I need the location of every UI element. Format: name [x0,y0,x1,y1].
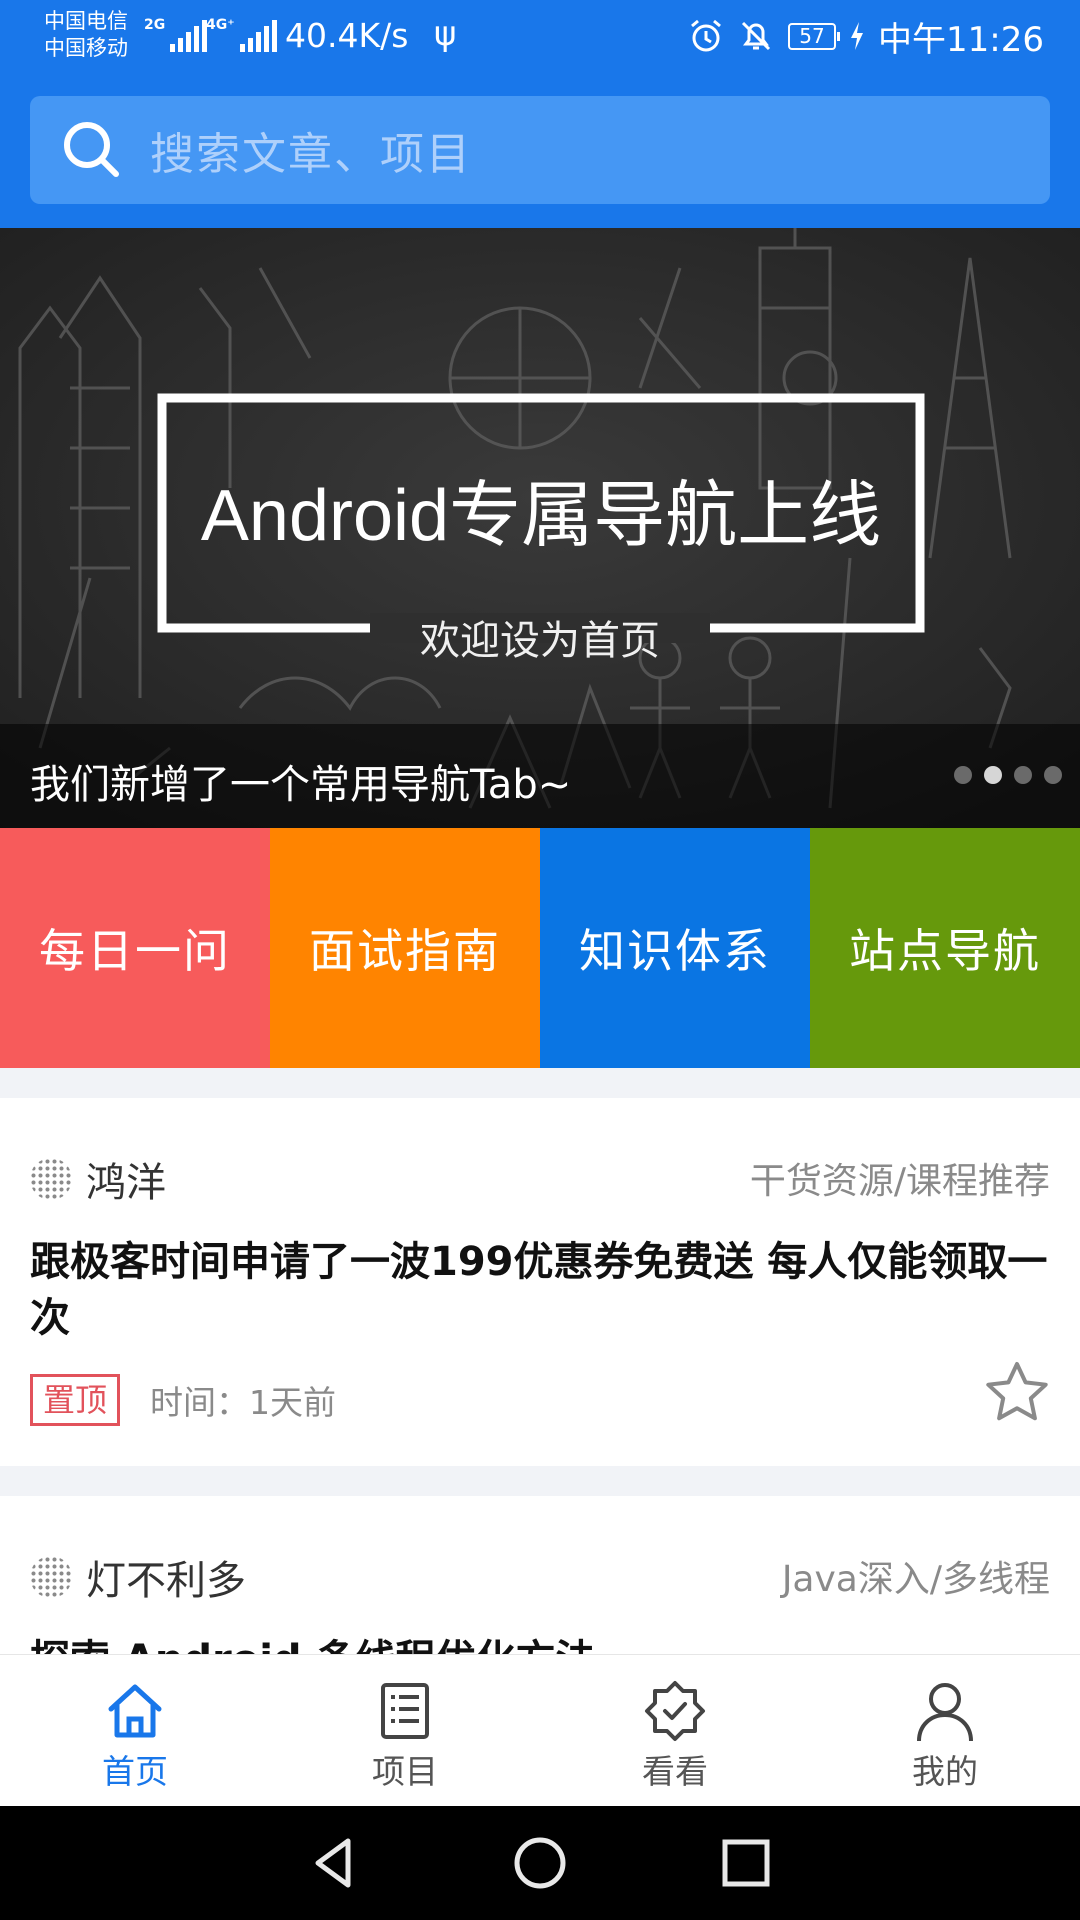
search-input[interactable]: 搜索文章、项目 [30,96,1050,204]
carousel-dot[interactable] [1014,766,1032,784]
charging-icon [851,22,864,50]
banner-headline: Android专属导航上线 [200,476,882,556]
nav-item-profile[interactable]: 我的 [810,1655,1080,1807]
app-screen: 中国电信 中国移动 2G 4G⁺ 40.4K/s ψ 57 中午11:26 搜索… [0,0,1080,1920]
carrier-1: 中国电信 [44,9,128,33]
article-time: 时间：1天前 [150,1383,337,1422]
nav-label: 看看 [642,1752,708,1791]
nav-item-discover[interactable]: 看看 [540,1655,810,1807]
status-bar: 中国电信 中国移动 2G 4G⁺ 40.4K/s ψ 57 中午11:26 [0,0,1080,72]
list-icon [381,1683,429,1739]
nav-label: 我的 [912,1752,978,1791]
home-button-icon[interactable] [510,1833,570,1893]
verified-icon [645,1681,705,1741]
back-icon[interactable] [304,1833,364,1893]
recents-icon[interactable] [716,1833,776,1893]
carousel-indicator [954,766,1062,784]
nav-label: 首页 [102,1752,168,1791]
article-category[interactable]: 干货资源/课程推荐 [750,1152,1050,1204]
system-navigation-bar [0,1806,1080,1920]
person-icon [917,1683,973,1742]
avatar [30,1158,72,1200]
tile-site-navigation[interactable]: 站点导航 [810,828,1080,1068]
favorite-star-icon[interactable] [984,1360,1050,1426]
article-author: 鸿洋 [86,1160,166,1206]
tile-interview-guide[interactable]: 面试指南 [270,828,540,1068]
carousel-dot-active[interactable] [984,766,1002,784]
bottom-navigation: 首页 项目 看看 我的 [0,1654,1080,1806]
network-speed: 40.4K/s [285,16,409,55]
search-icon [64,122,119,177]
usb-icon: ψ [434,14,457,54]
article-card[interactable]: 鸿洋 干货资源/课程推荐 跟极客时间申请了一波199优惠券免费送 每人仅能领取一… [0,1098,1080,1466]
nav-label: 项目 [372,1752,438,1791]
signal-2-icon: 4G⁺ [206,18,277,52]
battery-icon: 57 [788,22,841,50]
tile-daily-question[interactable]: 每日一问 [0,828,270,1068]
mute-icon [741,21,771,51]
article-category[interactable]: Java深入/多线程 [782,1550,1050,1602]
carrier-2: 中国移动 [44,36,128,60]
quick-entry-tiles: 每日一问 面试指南 知识体系 站点导航 [0,828,1080,1068]
search-header: 搜索文章、项目 [0,72,1080,228]
carousel-dot[interactable] [1044,766,1062,784]
article-title[interactable]: 跟极客时间申请了一波199优惠券免费送 每人仅能领取一次 [30,1234,1050,1346]
banner-subline: 欢迎设为首页 [420,618,660,664]
avatar [30,1556,72,1598]
nav-item-home[interactable]: 首页 [0,1655,270,1807]
banner-carousel[interactable]: Android专属导航上线 欢迎设为首页 我们新增了一个常用导航Tab~ [0,228,1080,828]
search-placeholder: 搜索文章、项目 [150,129,472,180]
tile-knowledge-system[interactable]: 知识体系 [540,828,810,1068]
home-icon [108,1684,162,1738]
banner-caption: 我们新增了一个常用导航Tab~ [30,762,572,808]
signal-1-icon: 2G [144,18,208,52]
nav-item-projects[interactable]: 项目 [270,1655,540,1807]
banner-caption-bar: 我们新增了一个常用导航Tab~ [0,724,1080,828]
article-author: 灯不利多 [86,1558,246,1604]
carrier-names: 中国电信 中国移动 [44,8,128,62]
pinned-badge: 置顶 [30,1374,121,1426]
carousel-dot[interactable] [954,766,972,784]
alarm-icon [691,19,721,52]
clock: 中午11:26 [878,19,1044,60]
